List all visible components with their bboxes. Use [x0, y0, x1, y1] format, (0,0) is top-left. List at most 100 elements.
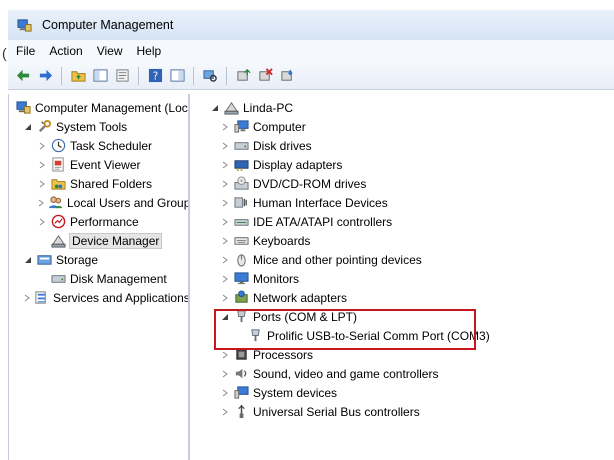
- collapsed-arrow-icon[interactable]: [23, 293, 31, 303]
- computer-icon: [233, 119, 249, 135]
- tree-item-keyboards[interactable]: Keyboards: [206, 231, 614, 250]
- collapsed-arrow-icon[interactable]: [37, 198, 45, 208]
- menu-file[interactable]: File: [16, 44, 35, 58]
- expanded-arrow-icon[interactable]: [220, 312, 230, 322]
- hid-icon: [233, 195, 249, 211]
- tree-item-ide-ata-atapi-controllers[interactable]: IDE ATA/ATAPI controllers: [206, 212, 614, 231]
- tree-item-label: Disk Management: [70, 271, 167, 286]
- tree-item-storage[interactable]: Storage: [9, 250, 188, 269]
- tree-item-label: Shared Folders: [70, 176, 153, 191]
- title-bar[interactable]: Computer Management: [8, 10, 614, 40]
- uninstall-icon[interactable]: [256, 67, 274, 85]
- tree-item-local-users-and-groups[interactable]: Local Users and Groups: [9, 193, 188, 212]
- collapsed-arrow-icon[interactable]: [37, 179, 47, 189]
- menu-help[interactable]: Help: [137, 44, 162, 58]
- tree-item-services-and-applications[interactable]: Services and Applications: [9, 288, 188, 307]
- collapsed-arrow-icon[interactable]: [37, 141, 47, 151]
- tree-item-label: System Tools: [56, 119, 128, 134]
- collapsed-arrow-icon[interactable]: [220, 217, 230, 227]
- forward-icon[interactable]: [36, 67, 54, 85]
- tree-item-label: Human Interface Devices: [253, 195, 388, 210]
- disable-icon[interactable]: [278, 67, 296, 85]
- toolbar: ?: [8, 62, 614, 90]
- svg-text:?: ?: [152, 70, 157, 82]
- computer-root-icon: [223, 100, 239, 116]
- tree-item-dvd-cd-rom-drives[interactable]: DVD/CD-ROM drives: [206, 174, 614, 193]
- tree-item-display-adapters[interactable]: Display adapters: [206, 155, 614, 174]
- expanded-arrow-icon[interactable]: [23, 122, 33, 132]
- tree-item-prolific-usb-to-serial-comm-port-com3[interactable]: Prolific USB-to-Serial Comm Port (COM3): [206, 326, 614, 345]
- tree-item-label: Mice and other pointing devices: [253, 252, 422, 267]
- port-device-icon: [247, 328, 263, 344]
- menu-action[interactable]: Action: [49, 44, 82, 58]
- usb-icon: [233, 404, 249, 420]
- task-scheduler-icon: [50, 138, 66, 154]
- tree-item-processors[interactable]: Processors: [206, 345, 614, 364]
- console-tree[interactable]: Computer Management (Local System Tools Ta…: [8, 94, 190, 460]
- collapsed-arrow-icon[interactable]: [220, 274, 230, 284]
- tree-item-label: Prolific USB-to-Serial Comm Port (COM3): [267, 328, 490, 343]
- tree-item-event-viewer[interactable]: Event Viewer: [9, 155, 188, 174]
- tree-item-system-tools[interactable]: System Tools: [9, 117, 188, 136]
- tree-item-performance[interactable]: Performance: [9, 212, 188, 231]
- tree-item-device-manager[interactable]: Device Manager: [9, 231, 188, 250]
- collapsed-arrow-icon[interactable]: [220, 293, 230, 303]
- tree-item-computer-management-local[interactable]: Computer Management (Local: [9, 98, 188, 117]
- back-icon[interactable]: [14, 67, 32, 85]
- sound-icon: [233, 366, 249, 382]
- collapsed-arrow-icon[interactable]: [220, 369, 230, 379]
- tree-item-system-devices[interactable]: System devices: [206, 383, 614, 402]
- tree-item-task-scheduler[interactable]: Task Scheduler: [9, 136, 188, 155]
- tree-item-label: Processors: [253, 347, 314, 362]
- show-action-pane-icon[interactable]: [168, 67, 186, 85]
- tree-item-human-interface-devices[interactable]: Human Interface Devices: [206, 193, 614, 212]
- tree-item-label: Keyboards: [253, 233, 311, 248]
- tree-item-universal-serial-bus-controllers[interactable]: Universal Serial Bus controllers: [206, 402, 614, 421]
- collapsed-arrow-icon[interactable]: [220, 236, 230, 246]
- disk-management-icon: [50, 271, 66, 287]
- tree-item-disk-drives[interactable]: Disk drives: [206, 136, 614, 155]
- device-tree[interactable]: Linda-PC Computer Disk drives Display adapt…: [190, 94, 614, 460]
- up-folder-icon[interactable]: [69, 67, 87, 85]
- tree-item-network-adapters[interactable]: Network adapters: [206, 288, 614, 307]
- tree-item-label: Performance: [70, 214, 139, 229]
- collapsed-arrow-icon[interactable]: [220, 179, 230, 189]
- mouse-icon: [233, 252, 249, 268]
- collapsed-arrow-icon[interactable]: [220, 122, 230, 132]
- tree-item-label: Local Users and Groups: [67, 195, 190, 210]
- tree-item-label: Network adapters: [253, 290, 348, 305]
- tree-item-disk-management[interactable]: Disk Management: [9, 269, 188, 288]
- tree-item-label: IDE ATA/ATAPI controllers: [253, 214, 393, 229]
- collapsed-arrow-icon[interactable]: [220, 255, 230, 265]
- collapsed-arrow-icon[interactable]: [220, 388, 230, 398]
- monitor-icon: [233, 271, 249, 287]
- menu-view[interactable]: View: [97, 44, 123, 58]
- collapsed-arrow-icon[interactable]: [220, 350, 230, 360]
- collapsed-arrow-icon[interactable]: [220, 407, 230, 417]
- storage-icon: [36, 252, 52, 268]
- collapsed-arrow-icon[interactable]: [220, 160, 230, 170]
- collapsed-arrow-icon[interactable]: [37, 160, 47, 170]
- show-hide-tree-icon[interactable]: [91, 67, 109, 85]
- expanded-arrow-icon[interactable]: [23, 255, 33, 265]
- tree-item-linda-pc[interactable]: Linda-PC: [206, 98, 614, 117]
- collapsed-arrow-icon[interactable]: [220, 198, 230, 208]
- tree-item-sound-video-and-game-controllers[interactable]: Sound, video and game controllers: [206, 364, 614, 383]
- tree-item-computer[interactable]: Computer: [206, 117, 614, 136]
- properties-icon[interactable]: [113, 67, 131, 85]
- expanded-arrow-icon[interactable]: [210, 103, 220, 113]
- collapsed-arrow-icon[interactable]: [37, 217, 47, 227]
- update-driver-icon[interactable]: [234, 67, 252, 85]
- performance-icon: [50, 214, 66, 230]
- local-users-icon: [48, 195, 63, 211]
- no-expander: [37, 274, 47, 284]
- scan-hardware-icon[interactable]: [201, 67, 219, 85]
- tree-item-shared-folders[interactable]: Shared Folders: [9, 174, 188, 193]
- help-icon[interactable]: ?: [146, 67, 164, 85]
- left-edge-bracket: (: [2, 45, 7, 61]
- tree-item-monitors[interactable]: Monitors: [206, 269, 614, 288]
- window-title: Computer Management: [42, 18, 174, 32]
- tree-item-mice-and-other-pointing-devices[interactable]: Mice and other pointing devices: [206, 250, 614, 269]
- collapsed-arrow-icon[interactable]: [220, 141, 230, 151]
- tree-item-ports-com-lpt[interactable]: Ports (COM & LPT): [206, 307, 614, 326]
